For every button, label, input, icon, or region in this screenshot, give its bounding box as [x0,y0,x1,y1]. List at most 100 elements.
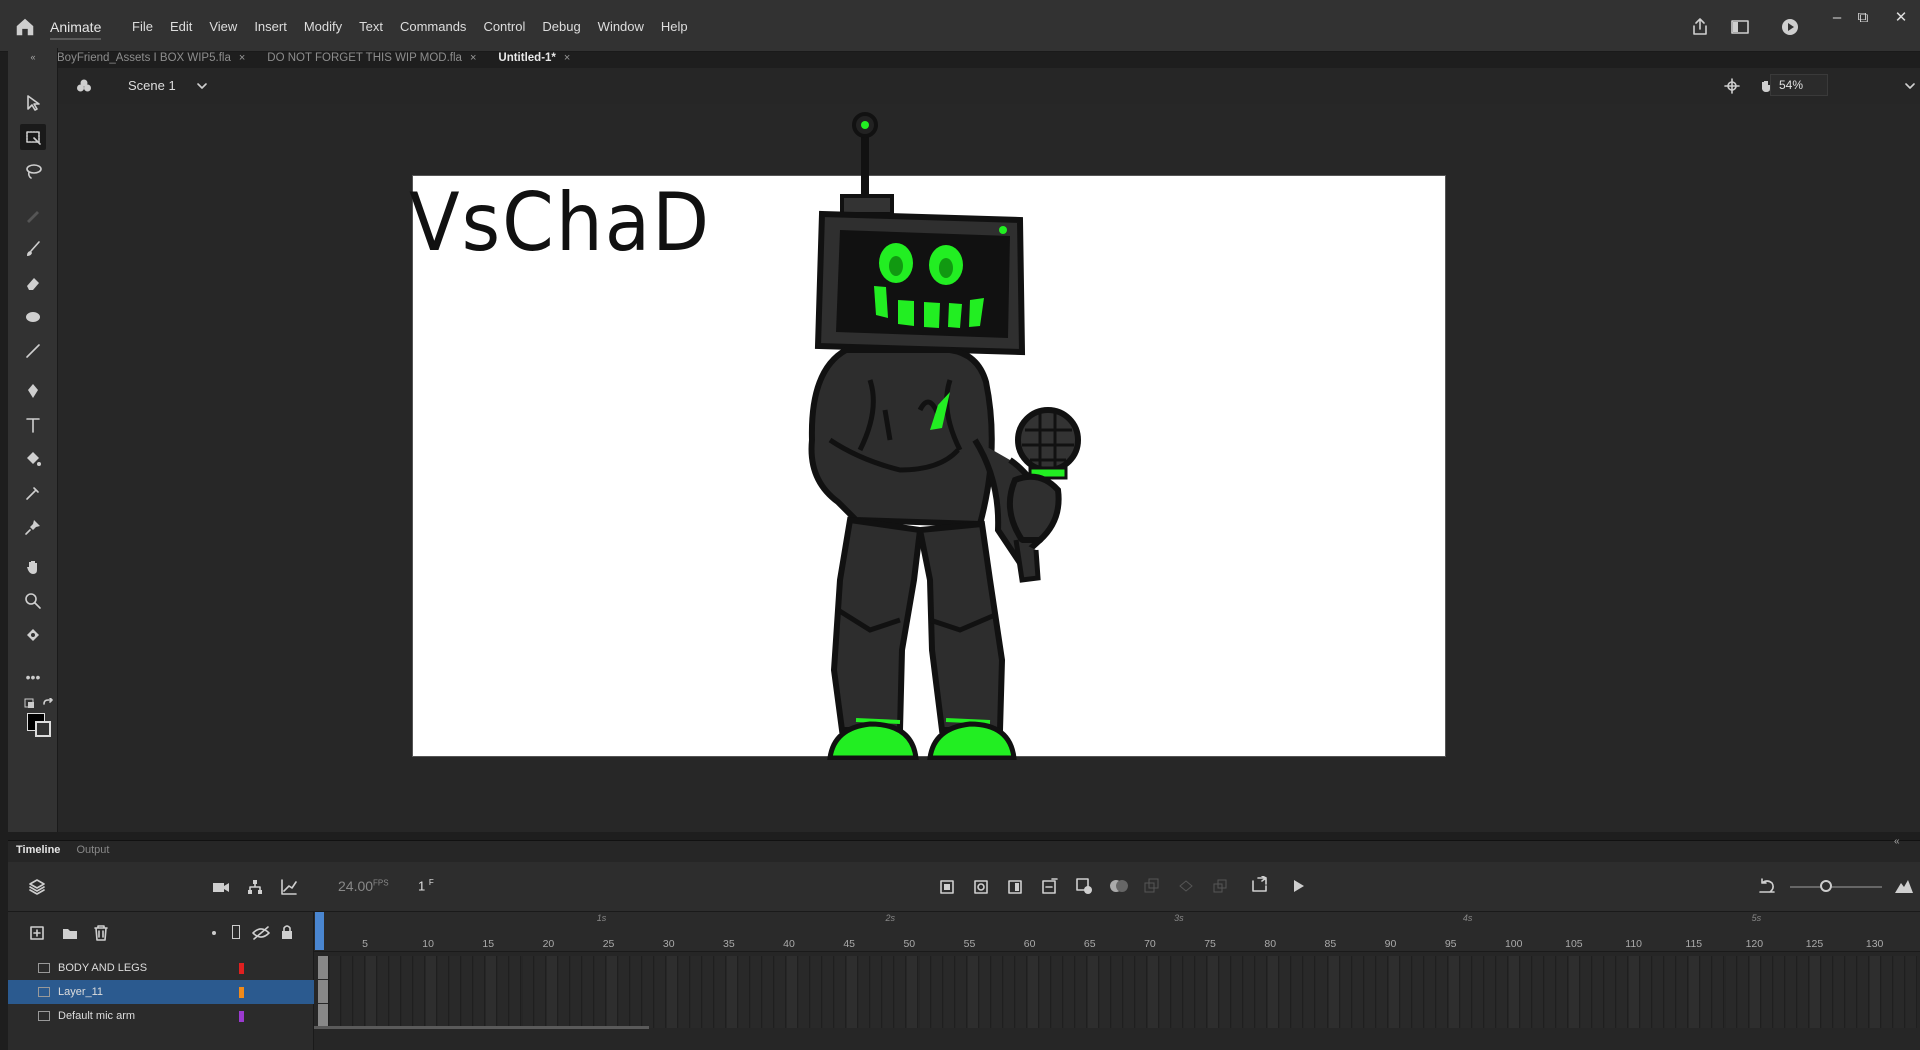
frame-cell[interactable] [979,956,991,1028]
frame-cell[interactable] [1761,956,1773,1028]
frame-cell[interactable] [594,956,606,1028]
frame-cell[interactable] [1665,956,1677,1028]
scene-name[interactable]: Scene 1 [128,78,176,93]
menu-help[interactable]: Help [661,19,688,34]
frame-cell[interactable] [1749,956,1761,1028]
frame-cell[interactable] [967,956,979,1028]
frame-cell[interactable] [943,956,955,1028]
frame-cell[interactable] [1893,956,1905,1028]
frame-cell[interactable] [823,956,835,1028]
pencil-disabled-tool[interactable] [20,202,46,228]
frame-cell[interactable] [1268,956,1280,1028]
frame-cell[interactable] [1713,956,1725,1028]
frame-cell[interactable] [1809,956,1821,1028]
frame-cell[interactable] [1172,956,1184,1028]
loop-icon[interactable] [1250,876,1270,894]
layer-row-body-and-legs[interactable]: BODY AND LEGS [8,956,314,980]
frame-cell[interactable] [666,956,678,1028]
frame-cell[interactable] [1148,956,1160,1028]
frame-cell[interactable] [811,956,823,1028]
frame-cell[interactable] [1364,956,1376,1028]
frame-cell[interactable] [835,956,847,1028]
fps-field[interactable]: 24.00FPS [338,878,389,894]
hand-tool[interactable] [20,554,46,580]
frame-cell[interactable] [1087,956,1099,1028]
onion-outline-icon[interactable] [1144,878,1160,894]
selection-tool[interactable] [20,90,46,116]
frame-cell[interactable] [1003,956,1015,1028]
frame-cell[interactable] [1196,956,1208,1028]
collapse-toolbar-icon[interactable]: « [20,50,46,64]
frame-cell[interactable] [1725,956,1737,1028]
frame-cell[interactable] [354,956,366,1028]
frame-cell[interactable] [1737,956,1749,1028]
play-icon[interactable] [1290,878,1306,894]
frame-cell[interactable] [1160,956,1172,1028]
frame-cell[interactable] [1232,956,1244,1028]
frame-cell[interactable] [570,956,582,1028]
menu-text[interactable]: Text [359,19,383,34]
frame-cell[interactable] [1111,956,1123,1028]
more-tools-icon[interactable]: ••• [20,664,46,690]
frame-cell[interactable] [1075,956,1087,1028]
close-icon[interactable]: × [239,52,245,64]
frame-cell[interactable] [414,956,426,1028]
frame-cell[interactable] [1617,956,1629,1028]
frame-cell[interactable] [1521,956,1533,1028]
frame-cell[interactable] [787,956,799,1028]
menu-insert[interactable]: Insert [254,19,287,34]
tab-timeline[interactable]: Timeline [16,844,60,862]
frame-cell[interactable] [1857,956,1869,1028]
restore-icon[interactable]: ⧉ [1852,10,1874,26]
lock-all-layers-icon[interactable] [280,924,294,940]
frame-cell[interactable] [1352,956,1364,1028]
frame-cell[interactable] [799,956,811,1028]
robot-character[interactable] [790,110,1110,760]
frame-cell[interactable] [1869,956,1881,1028]
pin-tool[interactable] [20,514,46,540]
oval-tool[interactable] [20,304,46,330]
menu-modify[interactable]: Modify [304,19,342,34]
frame-cell[interactable] [1424,956,1436,1028]
frame-cell[interactable] [1400,956,1412,1028]
frame-cell[interactable] [1472,956,1484,1028]
pen-tool[interactable] [20,378,46,404]
new-layer-icon[interactable] [30,926,44,940]
frame-cell[interactable] [1821,956,1833,1028]
menu-edit[interactable]: Edit [170,19,192,34]
frame-cell[interactable] [1881,956,1893,1028]
home-icon[interactable] [14,16,36,38]
frame-cell[interactable] [582,956,594,1028]
undo-zoom-icon[interactable] [1758,878,1776,896]
layer-color-swatch[interactable] [239,962,244,974]
frame-cell[interactable] [654,956,666,1028]
frame-cell[interactable] [1689,956,1701,1028]
frame-cell[interactable] [1569,956,1581,1028]
parenting-icon[interactable] [246,878,264,896]
eyedropper-tool[interactable] [20,480,46,506]
frame-cell[interactable] [1220,956,1232,1028]
frame-cell[interactable] [702,956,714,1028]
doc-tab-boyfriend[interactable]: BoyFriend_Assets I BOX WIP5.fla × [57,48,245,68]
graph-icon[interactable] [280,878,298,896]
swap-colors-small-icon[interactable] [24,698,38,710]
menu-window[interactable]: Window [598,19,644,34]
frame-cell[interactable] [546,956,558,1028]
frame-cell[interactable] [991,956,1003,1028]
center-stage-icon[interactable] [1724,78,1740,94]
line-tool[interactable] [20,338,46,364]
frame-cell[interactable] [1677,956,1689,1028]
keyframe[interactable] [318,956,328,979]
frame-cell[interactable] [486,956,498,1028]
frame-cell[interactable] [678,956,690,1028]
frame-cell[interactable] [498,956,510,1028]
close-window-icon[interactable]: ✕ [1890,10,1912,26]
frame-cell[interactable] [1641,956,1653,1028]
frame-cell[interactable] [751,956,763,1028]
frame-cell[interactable] [1124,956,1136,1028]
zoom-tool[interactable] [20,588,46,614]
frame-cell[interactable] [390,956,402,1028]
frame-cell[interactable] [1340,956,1352,1028]
outline-layers-icon[interactable] [232,925,240,939]
zoom-dropdown-icon[interactable] [1904,81,1916,91]
